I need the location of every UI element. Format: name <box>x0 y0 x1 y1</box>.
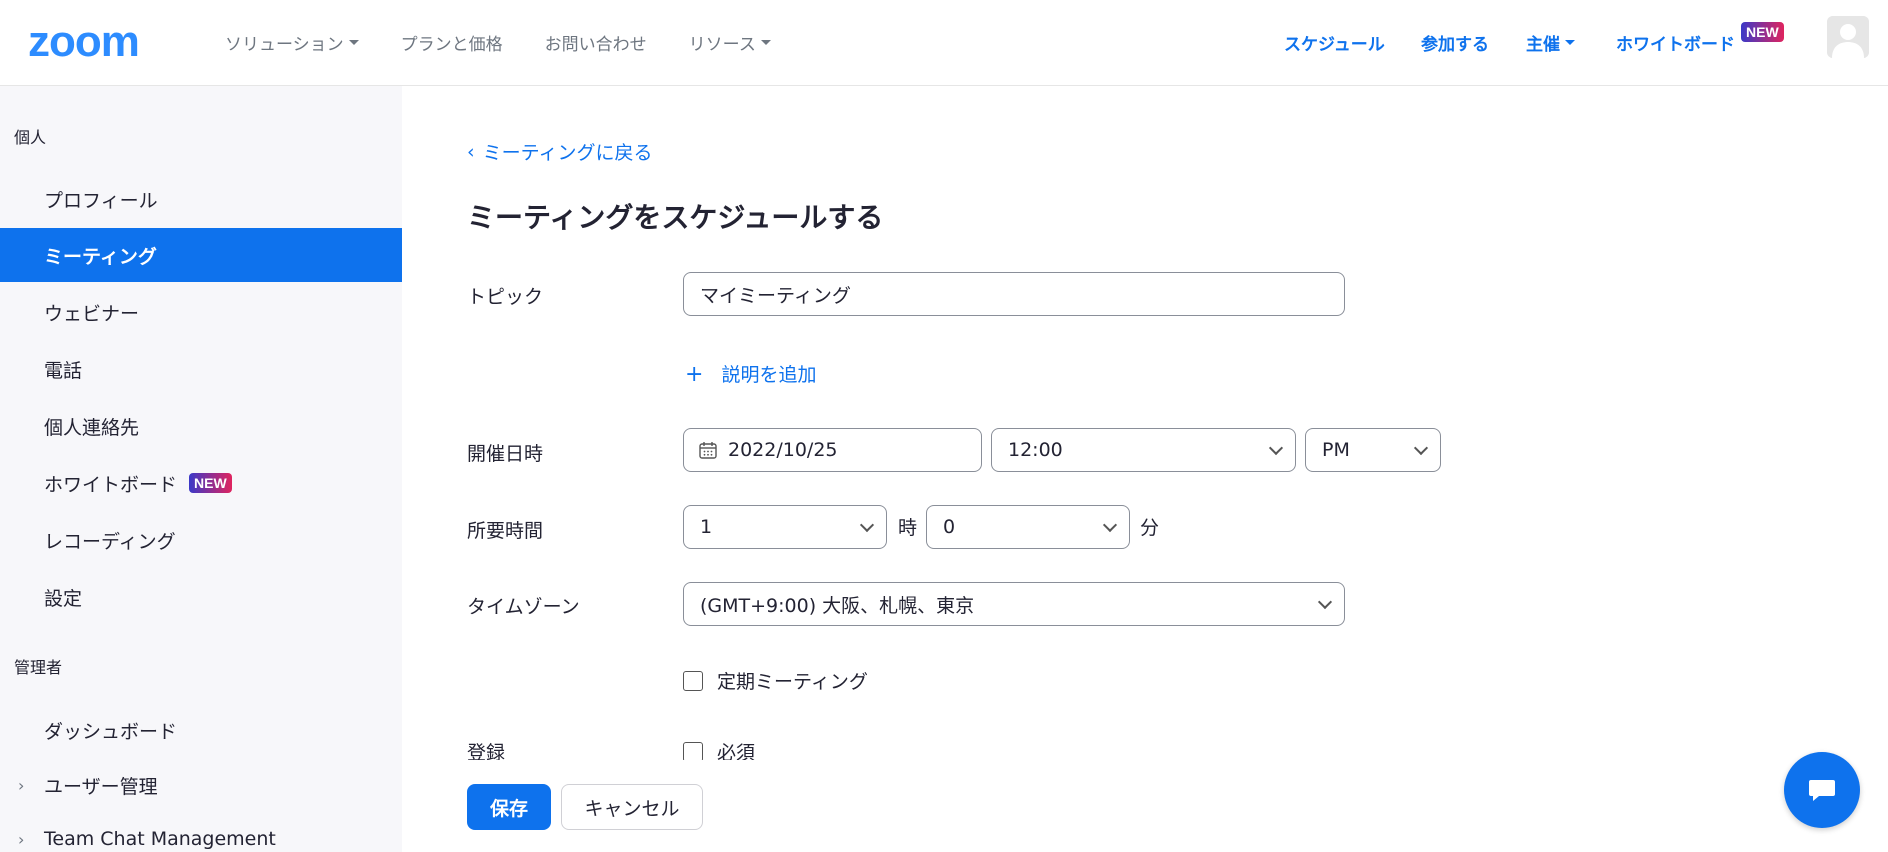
nav-host-item: 主催 <box>1526 30 1575 55</box>
timezone-select[interactable]: (GMT+9:00) 大阪、札幌、東京 <box>683 582 1345 626</box>
timezone-label: タイムゾーン <box>467 596 580 618</box>
date-value: 2022/10/25 <box>728 439 838 461</box>
sidebar-item-meetings[interactable]: ミーティング <box>0 228 402 282</box>
sidebar-item-profile[interactable]: プロフィール <box>0 172 402 226</box>
nav-host[interactable]: 主催 <box>1526 30 1575 55</box>
sidebar-item-label: ダッシュボード <box>44 720 178 743</box>
sidebar-item-phone[interactable]: 電話 <box>0 342 402 396</box>
chat-bubble-icon <box>1809 780 1835 801</box>
topic-input-value: マイミーティング <box>700 284 851 307</box>
sidebar-item-webinars[interactable]: ウェビナー <box>0 285 402 339</box>
sidebar-item-label: ミーティング <box>44 245 157 268</box>
sidebar-item-label: 電話 <box>44 359 83 382</box>
primary-nav: ソリューション プランと価格 お問い合わせ リソース <box>225 30 813 55</box>
sidebar-item-dashboard[interactable]: ダッシュボード <box>0 703 402 757</box>
nav-schedule-label: スケジュール <box>1284 35 1385 55</box>
sidebar: 個人 プロフィール ミーティング ウェビナー 電話 個人連絡先 ホワイトボード … <box>0 86 402 852</box>
nav-resources-label: リソース <box>688 35 756 55</box>
datetime-label: 開催日時 <box>467 443 544 465</box>
chevron-down-icon <box>1268 440 1284 456</box>
caret-down-icon <box>760 40 771 45</box>
hours-unit: 時 <box>898 517 918 539</box>
recurring-checkbox[interactable] <box>683 670 703 691</box>
sidebar-item-label: ユーザー管理 <box>44 775 158 798</box>
minutes-unit: 分 <box>1140 517 1160 539</box>
nav-resources[interactable]: リソース <box>689 30 771 55</box>
sidebar-item-settings[interactable]: 設定 <box>0 570 402 624</box>
save-button[interactable]: 保存 <box>467 784 551 830</box>
sidebar-item-recordings[interactable]: レコーディング <box>0 513 402 567</box>
topic-input[interactable]: マイミーティング <box>683 272 1345 316</box>
ampm-select[interactable]: PM <box>1305 428 1441 472</box>
duration-hours-value: 1 <box>700 516 713 538</box>
nav-solutions[interactable]: ソリューション <box>225 30 359 55</box>
chevron-right-icon: › <box>18 829 25 849</box>
chevron-left-icon: ‹ <box>467 140 475 163</box>
chat-support-button[interactable] <box>1784 752 1860 828</box>
recurring-label: 定期ミーティング <box>717 671 868 693</box>
sidebar-item-label: 設定 <box>44 587 83 610</box>
nav-plans-pricing[interactable]: プランと価格 <box>401 30 503 55</box>
chevron-down-icon <box>859 517 875 533</box>
sidebar-item-profile[interactable] <box>0 86 402 140</box>
nav-join-label: 参加する <box>1421 35 1489 55</box>
sidebar-section-admin: 管理者 <box>14 658 63 677</box>
sidebar-item-label: ウェビナー <box>44 302 140 325</box>
sidebar-item-label: レコーディング <box>44 530 176 553</box>
caret-down-icon <box>1565 40 1575 45</box>
nav-schedule[interactable]: スケジュール <box>1284 30 1385 55</box>
avatar-person-icon <box>1827 16 1869 58</box>
back-to-meetings-link[interactable]: ‹ ミーティングに戻る <box>467 138 652 165</box>
nav-plans-label: プランと価格 <box>400 35 503 55</box>
add-description-label: 説明を追加 <box>721 364 817 386</box>
time-select[interactable]: 12:00 <box>991 428 1296 472</box>
nav-solutions-label: ソリューション <box>225 35 344 55</box>
action-bar: 保存 キャンセル <box>402 760 1888 852</box>
new-badge: NEW <box>189 473 232 493</box>
chevron-down-icon <box>1413 440 1429 456</box>
caret-down-icon <box>348 40 359 45</box>
sidebar-item-user-management[interactable]: › ユーザー管理 <box>0 758 402 812</box>
duration-minutes-value: 0 <box>943 516 956 538</box>
time-value: 12:00 <box>1008 439 1063 461</box>
timezone-value: (GMT+9:00) 大阪、札幌、東京 <box>700 594 975 617</box>
new-badge: NEW <box>1741 22 1784 42</box>
recurring-meeting-option[interactable]: 定期ミーティング <box>683 667 868 694</box>
back-link-label: ミーティングに戻る <box>482 142 653 164</box>
nav-contact[interactable]: お問い合わせ <box>545 30 647 55</box>
sidebar-item-whiteboards[interactable]: ホワイトボード NEW <box>0 456 402 510</box>
top-header: zoom ソリューション プランと価格 お問い合わせ リソース スケジュール 参… <box>0 0 1888 86</box>
ampm-value: PM <box>1322 439 1350 461</box>
chevron-down-icon <box>1317 594 1333 610</box>
sidebar-item-label: ホワイトボード <box>44 473 178 496</box>
calendar-icon <box>699 442 717 459</box>
nav-whiteboard[interactable]: ホワイトボード <box>1616 30 1735 55</box>
duration-hours-select[interactable]: 1 <box>683 505 887 549</box>
duration-label: 所要時間 <box>467 520 544 542</box>
sidebar-item-contacts[interactable]: 個人連絡先 <box>0 399 402 453</box>
main-content: ‹ ミーティングに戻る ミーティングをスケジュールする トピック マイミーティン… <box>402 86 1888 852</box>
nav-contact-label: お問い合わせ <box>544 35 647 55</box>
sidebar-item-label: Team Chat Management <box>44 828 276 850</box>
nav-host-label: 主催 <box>1526 35 1560 55</box>
sidebar-item-label: 個人連絡先 <box>44 416 140 439</box>
date-picker[interactable]: 2022/10/25 <box>683 428 982 472</box>
zoom-logo[interactable]: zoom <box>28 20 140 64</box>
cancel-button[interactable]: キャンセル <box>561 784 703 830</box>
topic-label: トピック <box>467 286 544 308</box>
duration-minutes-select[interactable]: 0 <box>926 505 1130 549</box>
nav-join[interactable]: 参加する <box>1421 30 1489 55</box>
registration-checkbox[interactable] <box>683 741 703 762</box>
plus-icon: + <box>685 362 704 387</box>
add-description-link[interactable]: + 説明を追加 <box>685 360 817 387</box>
page-title: ミーティングをスケジュールする <box>467 201 884 234</box>
chevron-right-icon: › <box>18 775 25 795</box>
sidebar-item-label: プロフィール <box>44 189 158 212</box>
user-avatar[interactable] <box>1827 16 1869 58</box>
chevron-down-icon <box>1102 517 1118 533</box>
sidebar-item-team-chat-management[interactable]: › Team Chat Management <box>0 812 402 852</box>
nav-whiteboard-label: ホワイトボード <box>1616 35 1735 55</box>
